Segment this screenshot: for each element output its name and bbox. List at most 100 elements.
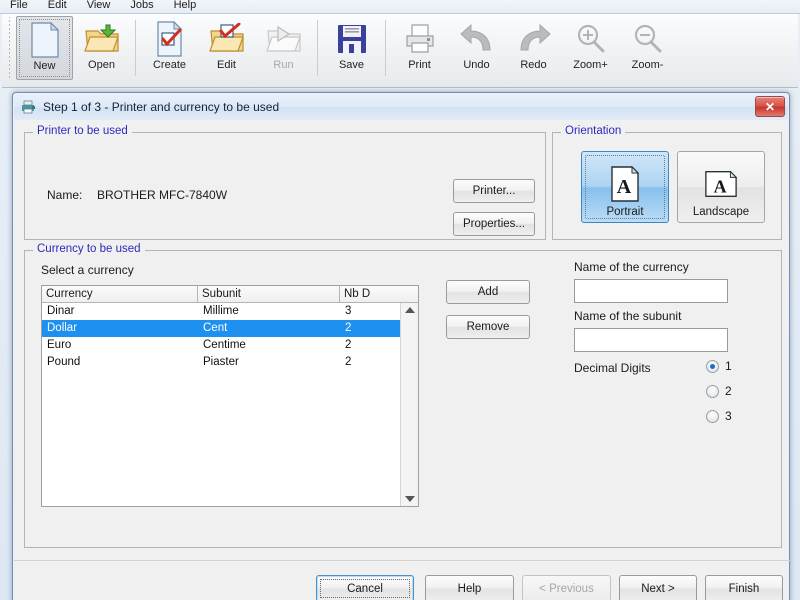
menu-item-view[interactable]: View — [77, 0, 121, 13]
toolbar-label-undo: Undo — [463, 59, 490, 71]
menu-item-help[interactable]: Help — [164, 0, 207, 13]
currency-list-rows: Dinar Millime 3 Dollar Cent 2 Euro Centi… — [42, 303, 418, 371]
wizard-dialog: Step 1 of 3 - Printer and currency to be… — [12, 92, 790, 600]
dialog-body: Printer to be used Name: BROTHER MFC-784… — [14, 120, 790, 600]
select-currency-label: Select a currency — [41, 263, 134, 277]
toolbar-label-print: Print — [408, 59, 431, 71]
toolbar-label-new: New — [33, 60, 56, 72]
toolbar-button-zoom-in[interactable]: Zoom+ — [562, 16, 619, 80]
toolbar-label-redo: Redo — [520, 59, 547, 71]
cell-currency: Pound — [47, 356, 81, 368]
run-play-folder-icon — [265, 19, 302, 59]
properties-button[interactable]: Properties... — [453, 212, 535, 236]
create-check-document-icon — [154, 19, 186, 59]
cell-subunit: Millime — [203, 305, 239, 317]
toolbar-button-new[interactable]: New — [16, 16, 73, 80]
add-button[interactable]: Add — [446, 280, 530, 304]
menu-item-edit[interactable]: Edit — [38, 0, 77, 13]
orientation-option-landscape[interactable]: A Landscape — [677, 151, 765, 223]
cell-subunit: Cent — [203, 322, 228, 334]
currency-name-input[interactable] — [574, 279, 728, 303]
orientation-label-landscape: Landscape — [692, 206, 750, 218]
toolbar-label-run: Run — [273, 59, 294, 71]
menu-item-jobs[interactable]: Jobs — [120, 0, 163, 13]
currency-list-scrollbar[interactable] — [400, 303, 418, 506]
printer-group: Printer to be used Name: BROTHER MFC-784… — [24, 125, 546, 240]
printer-group-title: Printer to be used — [33, 125, 132, 137]
toolbar-label-open: Open — [88, 59, 115, 71]
new-document-icon — [30, 20, 60, 60]
radio-icon[interactable] — [706, 359, 719, 373]
previous-button[interactable]: < Previous — [522, 575, 611, 600]
toolbar-label-create: Create — [152, 59, 187, 71]
toolbar-separator — [317, 20, 318, 76]
cell-currency: Dollar — [47, 322, 78, 334]
printer-icon — [403, 19, 437, 59]
column-header-subunit[interactable]: Subunit — [198, 286, 340, 303]
table-row[interactable]: Euro Centime 2 — [42, 337, 418, 354]
toolbar-button-edit[interactable]: Edit — [198, 16, 255, 80]
toolbar-label-edit: Edit — [217, 59, 236, 71]
decimal-digits-option-1[interactable]: 1 — [706, 359, 732, 373]
toolbar-button-save[interactable]: Save — [323, 16, 380, 80]
cell-subunit: Piaster — [203, 356, 239, 368]
close-icon[interactable]: ✕ — [755, 96, 785, 117]
subunit-name-label: Name of the subunit — [574, 309, 682, 323]
zoom-in-icon — [575, 19, 607, 59]
toolbar-label-save: Save — [338, 59, 365, 71]
cancel-button[interactable]: Cancel — [316, 575, 414, 600]
finish-button[interactable]: Finish — [705, 575, 783, 600]
toolbar-separator — [135, 20, 136, 76]
toolbar-button-open[interactable]: Open — [73, 16, 130, 80]
scroll-up-arrow-icon[interactable] — [404, 307, 415, 313]
remove-button[interactable]: Remove — [446, 315, 530, 339]
decimal-digits-label: Decimal Digits — [574, 361, 651, 375]
decimal-digits-label-1: 1 — [725, 359, 732, 373]
currency-name-label: Name of the currency — [574, 260, 689, 274]
dialog-title: Step 1 of 3 - Printer and currency to be… — [43, 100, 280, 114]
radio-icon[interactable] — [706, 384, 719, 398]
toolbar-button-undo[interactable]: Undo — [448, 16, 505, 80]
currency-list[interactable]: Currency Subunit Nb D Dinar Millime 3 Do… — [41, 285, 419, 507]
landscape-page-icon: A — [704, 164, 738, 204]
toolbar-button-print[interactable]: Print — [391, 16, 448, 80]
toolbar-button-zoom-out[interactable]: Zoom- — [619, 16, 676, 80]
radio-icon[interactable] — [706, 409, 719, 423]
toolbar-button-create[interactable]: Create — [141, 16, 198, 80]
orientation-option-portrait[interactable]: A Portrait — [581, 151, 669, 223]
next-button[interactable]: Next > — [619, 575, 697, 600]
table-row[interactable]: Dinar Millime 3 — [42, 303, 418, 320]
toolbar-button-run[interactable]: Run — [255, 16, 312, 80]
dialog-title-bar[interactable]: Step 1 of 3 - Printer and currency to be… — [14, 94, 788, 121]
cell-currency: Dinar — [47, 305, 75, 317]
scroll-down-arrow-icon[interactable] — [404, 496, 415, 502]
zoom-out-icon — [632, 19, 664, 59]
undo-arrow-icon — [459, 19, 494, 59]
toolbar-separator — [385, 20, 386, 76]
table-row[interactable]: Dollar Cent 2 — [42, 320, 418, 337]
redo-arrow-icon — [517, 19, 551, 59]
currency-group: Currency to be used Select a currency Cu… — [24, 243, 782, 548]
open-folder-icon — [83, 19, 120, 59]
menu-item-file[interactable]: File — [0, 0, 38, 13]
toolbar-grip[interactable] — [6, 17, 14, 79]
printer-wizard-icon — [21, 100, 37, 114]
help-button[interactable]: Help — [425, 575, 514, 600]
cell-subunit: Centime — [203, 339, 246, 351]
printer-button[interactable]: Printer... — [453, 179, 535, 203]
decimal-digits-label-3: 3 — [725, 409, 732, 423]
column-header-currency[interactable]: Currency — [42, 286, 198, 303]
decimal-digits-option-2[interactable]: 2 — [706, 384, 732, 398]
table-row[interactable]: Pound Piaster 2 — [42, 354, 418, 371]
toolbar-button-redo[interactable]: Redo — [505, 16, 562, 80]
edit-check-folder-icon — [208, 19, 245, 59]
printer-name-label: Name: — [47, 188, 83, 202]
currency-group-title: Currency to be used — [33, 243, 145, 255]
toolbar-label-zoom-in: Zoom+ — [573, 59, 608, 71]
printer-name-value: BROTHER MFC-7840W — [97, 188, 228, 202]
toolbar-label-zoom-out: Zoom- — [631, 59, 664, 71]
decimal-digits-option-3[interactable]: 3 — [706, 409, 732, 423]
footer-divider — [14, 560, 790, 561]
subunit-name-input[interactable] — [574, 328, 728, 352]
column-header-nbd[interactable]: Nb D — [340, 286, 418, 303]
